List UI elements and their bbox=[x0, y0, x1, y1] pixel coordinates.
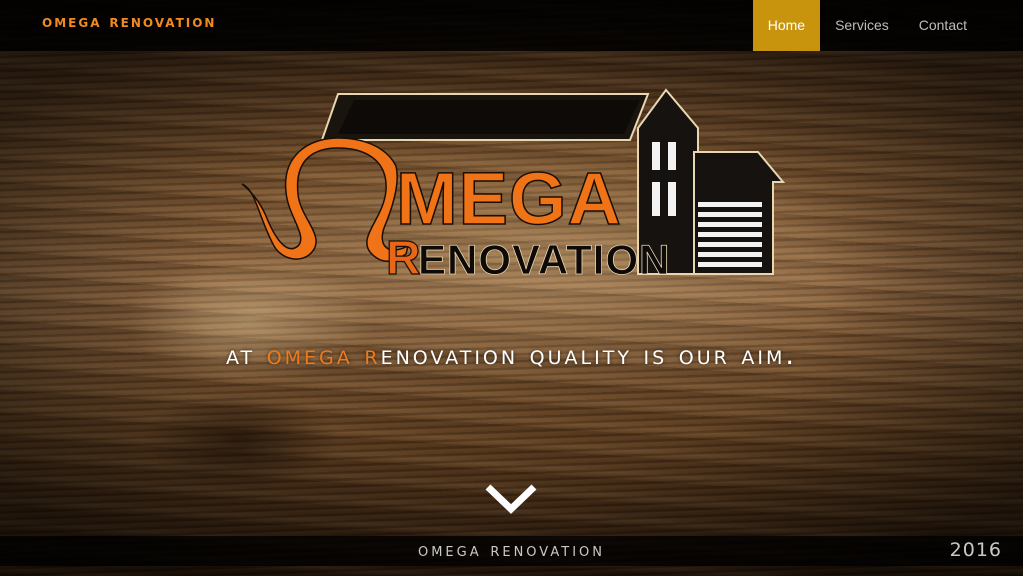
footer-bar: omega renovation 2016 bbox=[0, 536, 1023, 566]
tagline-accent-r: r bbox=[364, 340, 381, 371]
house-garage-graphic bbox=[693, 151, 786, 275]
tagline-part-1: at bbox=[225, 340, 267, 371]
logo-word-renovation: ENOVATION bbox=[418, 236, 670, 282]
logo-word-omega: MEGA bbox=[396, 157, 622, 240]
top-navbar: omega renovation Home Services Contact bbox=[0, 0, 1023, 51]
footer-brand: omega renovation bbox=[417, 540, 605, 561]
omega-symbol-icon bbox=[241, 137, 410, 262]
chevron-down-icon[interactable] bbox=[484, 481, 538, 515]
tagline-gap bbox=[353, 340, 365, 371]
house-roof-graphic bbox=[320, 93, 650, 141]
tagline-part-2: enovation quality is our aim. bbox=[380, 340, 797, 371]
tagline-accent-omega: omega bbox=[266, 340, 353, 371]
logo-letter-r: R bbox=[386, 232, 421, 282]
nav-home[interactable]: Home bbox=[752, 0, 821, 51]
nav-services[interactable]: Services bbox=[820, 0, 904, 51]
hero-tagline: at omega renovation quality is our aim. bbox=[0, 340, 1023, 371]
nav-contact[interactable]: Contact bbox=[904, 0, 982, 51]
main-nav: Home Services Contact bbox=[752, 0, 982, 51]
footer-year: 2016 bbox=[949, 539, 1002, 561]
omega-renovation-logo: MEGA R ENOVATION bbox=[241, 88, 786, 282]
brand-logo-text[interactable]: omega renovation bbox=[42, 12, 216, 32]
